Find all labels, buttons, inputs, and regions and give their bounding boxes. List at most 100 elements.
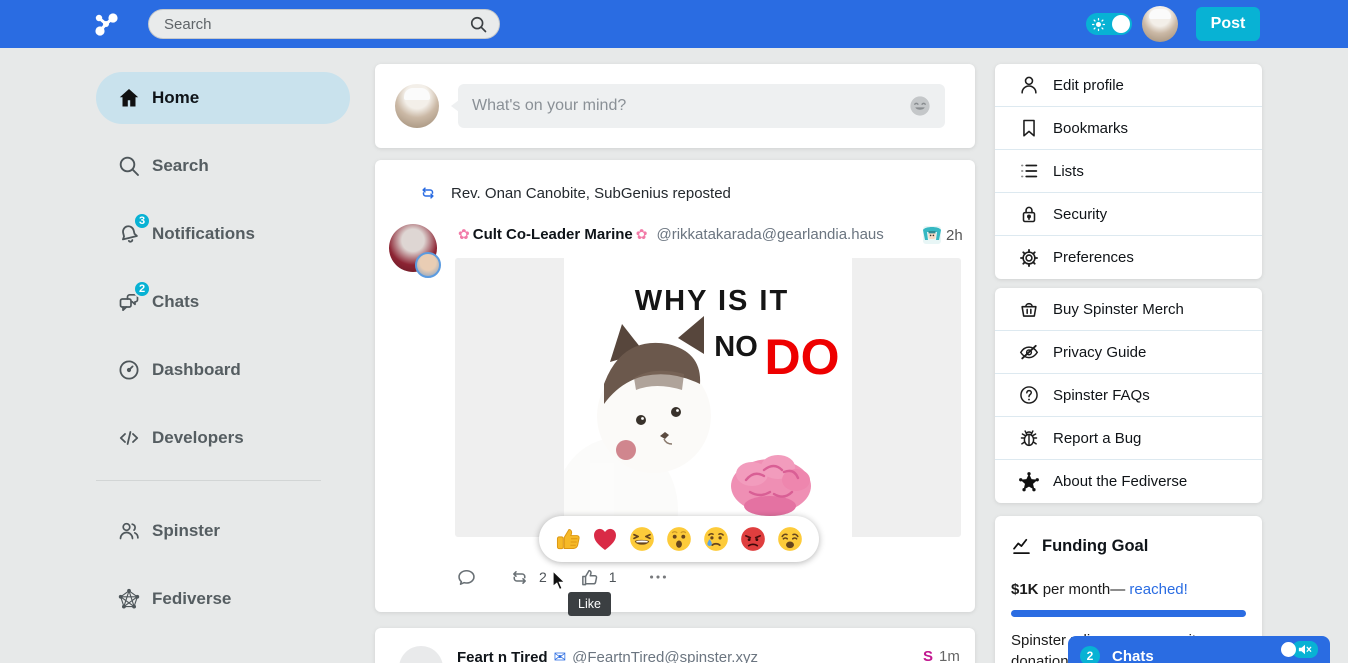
menu-item-label: Spinster FAQs <box>1053 387 1150 404</box>
next-post-author-handle[interactable]: @FeartnTired@spinster.xyz <box>572 649 758 663</box>
flower-emoji: ✿ <box>636 226 648 243</box>
trend-chart-icon <box>1011 536 1032 557</box>
theme-toggle[interactable] <box>1086 13 1132 35</box>
compose-avatar[interactable] <box>395 84 439 128</box>
meme-text-line3: DO <box>765 329 840 385</box>
repost-icon <box>419 184 437 202</box>
funding-dash: — <box>1110 581 1129 598</box>
meme-text-line2: NO <box>714 331 758 363</box>
funding-amount: $1K <box>1011 581 1039 598</box>
dashboard-gauge-icon <box>116 358 142 382</box>
next-post-meta: S 1m <box>923 648 960 663</box>
compose-card <box>375 64 975 148</box>
fediverse-filled-icon <box>1017 471 1041 493</box>
next-post-header: Feart n Tired ✉ @FeartnTired@spinster.xy… <box>457 648 758 663</box>
next-post-timestamp[interactable]: 1m <box>939 648 960 663</box>
comment-icon <box>456 567 477 588</box>
menu-item-bookmarks[interactable]: Bookmarks <box>995 107 1262 150</box>
more-options-button[interactable] <box>647 566 669 588</box>
menu-item-label: Report a Bug <box>1053 430 1141 447</box>
chats-sound-toggle[interactable] <box>1281 641 1318 658</box>
menu-item-faqs[interactable]: Spinster FAQs <box>995 374 1262 417</box>
meme-text-line1: WHY IS IT <box>635 285 789 317</box>
sidebar-item-label: Home <box>152 88 199 108</box>
next-post-author-name[interactable]: Feart n Tired <box>457 649 548 663</box>
reposter-avatar[interactable] <box>415 252 441 278</box>
reaction-crying[interactable] <box>702 525 730 553</box>
sidebar-item-label: Spinster <box>152 521 220 541</box>
funding-reached-link[interactable]: reached! <box>1129 581 1187 598</box>
compose-input[interactable] <box>458 97 908 115</box>
menu-item-security[interactable]: Security <box>995 193 1262 236</box>
post-button[interactable]: Post <box>1196 7 1260 41</box>
menu-item-merch[interactable]: Buy Spinster Merch <box>995 288 1262 331</box>
repost-count: 2 <box>539 569 547 585</box>
post-author-name[interactable]: Cult Co-Leader Marine <box>473 226 633 243</box>
reaction-heart[interactable] <box>591 525 619 553</box>
info-menu: Buy Spinster Merch Privacy Guide Spins <box>995 288 1262 503</box>
current-user-avatar[interactable] <box>1142 6 1178 42</box>
comment-button[interactable] <box>456 567 477 588</box>
menu-item-label: Preferences <box>1053 249 1134 266</box>
menu-item-label: Edit profile <box>1053 77 1124 94</box>
post-timestamp[interactable]: 2h <box>946 227 963 244</box>
menu-item-about-fediverse[interactable]: About the Fediverse <box>995 460 1262 503</box>
bell-icon: 3 <box>116 222 142 246</box>
sidebar-item-home[interactable]: Home <box>96 72 350 124</box>
sidebar-item-search[interactable]: Search <box>96 140 350 192</box>
chats-panel-header[interactable]: 2 Chats <box>1068 636 1330 663</box>
like-count: 1 <box>609 569 617 585</box>
spinster-logo-icon[interactable] <box>92 10 120 38</box>
sidebar-item-label: Notifications <box>152 224 255 244</box>
sidebar-item-notifications[interactable]: 3 Notifications <box>96 208 350 260</box>
reaction-thumbs-up[interactable] <box>554 525 582 553</box>
sidebar-item-dashboard[interactable]: Dashboard <box>96 344 350 396</box>
fediverse-icon <box>116 587 142 611</box>
lock-icon <box>1017 203 1041 225</box>
menu-item-preferences[interactable]: Preferences <box>995 236 1262 279</box>
menu-item-label: Security <box>1053 206 1107 223</box>
person-icon <box>1017 74 1041 96</box>
menu-item-lists[interactable]: Lists <box>995 150 1262 193</box>
menu-item-report-bug[interactable]: Report a Bug <box>995 417 1262 460</box>
search-icon[interactable] <box>468 14 488 34</box>
post-author-handle[interactable]: @rikkatakarada@gearlandia.haus <box>657 226 884 243</box>
reaction-surprised[interactable] <box>665 525 693 553</box>
repost-icon <box>509 567 530 588</box>
reaction-weary[interactable] <box>776 525 804 553</box>
ellipsis-icon <box>647 566 669 588</box>
sidebar-item-chats[interactable]: 2 Chats <box>96 276 350 328</box>
sidebar-item-fediverse[interactable]: Fediverse <box>96 573 350 625</box>
next-post-avatar[interactable] <box>399 646 443 663</box>
menu-item-edit-profile[interactable]: Edit profile <box>995 64 1262 107</box>
post-media[interactable]: WHY IS IT NO DO <box>455 258 961 537</box>
sidebar-item-label: Fediverse <box>152 589 231 609</box>
account-menu: Edit profile Bookmarks Lists <box>995 64 1262 279</box>
repost-button[interactable]: 2 <box>509 567 547 588</box>
menu-item-privacy-guide[interactable]: Privacy Guide <box>995 331 1262 374</box>
next-post: Feart n Tired ✉ @FeartnTired@spinster.xy… <box>375 628 975 663</box>
bookmark-icon <box>1017 117 1041 139</box>
instance-letter-icon: S <box>923 648 933 663</box>
sun-icon <box>1091 17 1106 32</box>
reaction-laughing[interactable] <box>628 525 656 553</box>
flower-emoji: ✿ <box>458 226 470 243</box>
instance-avatar-icon <box>923 226 941 244</box>
meme-image: WHY IS IT NO DO <box>564 258 852 537</box>
reaction-angry[interactable] <box>739 525 767 553</box>
emoji-picker-icon[interactable] <box>908 94 932 118</box>
header-search <box>148 9 500 39</box>
sidebar-item-label: Dashboard <box>152 360 241 380</box>
list-icon <box>1017 160 1041 182</box>
sidebar-item-spinster[interactable]: Spinster <box>96 505 350 557</box>
sidebar-item-developers[interactable]: Developers <box>96 412 350 464</box>
chat-bubbles-icon: 2 <box>116 290 142 314</box>
funding-goal-line: $1K per month— reached! <box>1011 581 1246 598</box>
repost-note[interactable]: Rev. Onan Canobite, SubGenius reposted <box>419 184 731 202</box>
envelope-icon: ✉ <box>554 648 567 663</box>
compose-bubble <box>458 84 945 128</box>
like-button[interactable]: 1 <box>579 567 617 588</box>
search-input[interactable] <box>149 16 468 33</box>
toggle-knob <box>1281 642 1296 657</box>
post-header: ✿ Cult Co-Leader Marine ✿ @rikkatakarada… <box>455 226 884 243</box>
